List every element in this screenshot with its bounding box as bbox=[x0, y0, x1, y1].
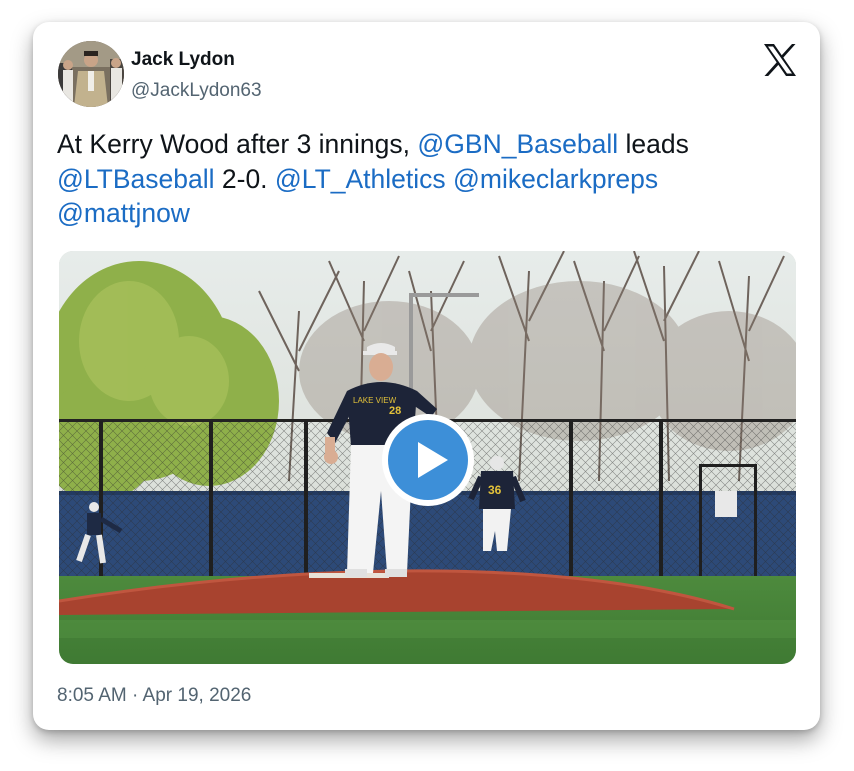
tweet-card[interactable]: Jack Lydon @JackLydon63 At Kerry Wood af… bbox=[33, 22, 820, 730]
tweet-text-segment: leads bbox=[618, 129, 689, 159]
tweet-text: At Kerry Wood after 3 innings, @GBN_Base… bbox=[57, 127, 797, 231]
author-name[interactable]: Jack Lydon bbox=[131, 49, 235, 71]
video-media[interactable]: 36 LAKE VIEW 28 bbox=[59, 251, 796, 664]
play-icon[interactable] bbox=[382, 414, 474, 506]
avatar-image bbox=[58, 41, 124, 107]
mention-link-ltbaseball[interactable]: @LTBaseball bbox=[57, 164, 215, 194]
x-logo-icon[interactable] bbox=[763, 44, 797, 76]
mention-link-gbn-baseball[interactable]: @GBN_Baseball bbox=[417, 129, 618, 159]
mention-link-lt-athletics[interactable]: @LT_Athletics bbox=[275, 164, 446, 194]
author-handle[interactable]: @JackLydon63 bbox=[131, 80, 262, 102]
pitcher-jersey-lettering: LAKE VIEW bbox=[353, 396, 397, 405]
play-button[interactable] bbox=[382, 414, 474, 506]
fielder-jersey-number: 36 bbox=[488, 483, 502, 497]
tweet-text-segment: At Kerry Wood after 3 innings, bbox=[57, 129, 418, 159]
tweet-timestamp[interactable]: 8:05 AM · Apr 19, 2026 bbox=[57, 685, 251, 707]
mention-link-mikeclarkpreps[interactable]: @mikeclarkpreps bbox=[453, 164, 658, 194]
author-avatar[interactable] bbox=[58, 41, 124, 107]
tweet-text-segment bbox=[446, 164, 453, 194]
tweet-text-segment: 2-0. bbox=[214, 163, 275, 194]
mention-link-mattjnow[interactable]: @mattjnow bbox=[57, 198, 190, 228]
